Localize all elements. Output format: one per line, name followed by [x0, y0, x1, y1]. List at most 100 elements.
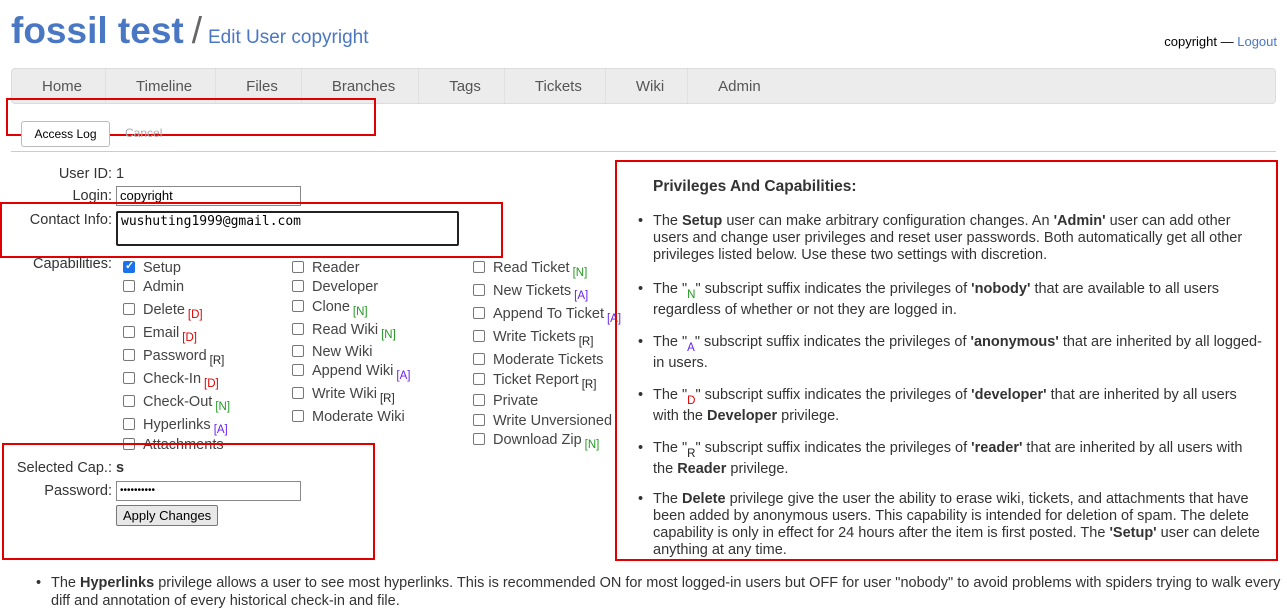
capability-private[interactable]: Private: [473, 393, 538, 409]
help-item-developer: The "D" subscript suffix indicates the p…: [638, 385, 1263, 426]
capabilities-label: Capabilities:: [33, 256, 112, 272]
project-name[interactable]: fossil test: [11, 10, 184, 51]
contact-info-field[interactable]: wushuting1999@gmail.com: [116, 211, 459, 246]
capability-label: Append Wiki: [312, 363, 394, 379]
password-label: Password:: [44, 483, 112, 499]
menu-admin[interactable]: Admin: [688, 69, 784, 103]
capability-checkbox[interactable]: [473, 353, 485, 365]
capability-checkbox[interactable]: [123, 303, 135, 315]
capability-check-out[interactable]: Check-Out [N]: [123, 394, 230, 413]
help-item-delete: The Delete privilege give the user the a…: [638, 491, 1263, 559]
capability-checkbox[interactable]: [123, 259, 135, 273]
capability-admin[interactable]: Admin: [123, 279, 184, 295]
apply-changes-button[interactable]: Apply Changes: [116, 505, 219, 526]
capability-label: Password: [143, 348, 207, 364]
capability-new-wiki[interactable]: New Wiki: [292, 344, 372, 360]
capability-download-zip[interactable]: Download Zip [N]: [473, 432, 599, 451]
capability-checkbox[interactable]: [292, 280, 304, 292]
capability-append-wiki[interactable]: Append Wiki [A]: [292, 363, 410, 382]
page-header: fossil test / Edit User copyright: [11, 10, 369, 52]
access-log-button[interactable]: Access Log: [21, 121, 110, 147]
capability-checkbox[interactable]: [292, 300, 304, 312]
capability-append-to-ticket[interactable]: Append To Ticket [A]: [473, 306, 621, 325]
capability-write-unversioned[interactable]: Write Unversioned: [473, 413, 612, 429]
capability-password[interactable]: Password [R]: [123, 348, 224, 367]
capability-check-in[interactable]: Check-In [D]: [123, 371, 219, 390]
capability-suffix: [N]: [584, 439, 600, 451]
capability-checkbox[interactable]: [123, 395, 135, 407]
capability-checkbox[interactable]: [292, 345, 304, 357]
capability-checkbox[interactable]: [123, 280, 135, 292]
capability-developer[interactable]: Developer: [292, 279, 378, 295]
capability-label: Write Tickets: [493, 329, 576, 345]
capability-suffix: [N]: [381, 329, 396, 341]
help-item-anonymous: The "A" subscript suffix indicates the p…: [638, 332, 1263, 373]
capability-label: Hyperlinks: [143, 417, 211, 433]
selected-cap-label: Selected Cap.:: [16, 460, 112, 476]
capability-reader[interactable]: Reader: [292, 260, 360, 276]
capability-label: Moderate Tickets: [493, 352, 604, 368]
capability-suffix: [D]: [182, 332, 197, 344]
help-title: Privileges And Capabilities:: [653, 178, 857, 195]
capability-moderate-tickets[interactable]: Moderate Tickets: [473, 352, 603, 368]
capability-checkbox[interactable]: [292, 410, 304, 422]
title-separator: /: [191, 10, 202, 51]
capability-write-tickets[interactable]: Write Tickets [R]: [473, 329, 593, 348]
capability-checkbox[interactable]: [292, 387, 304, 399]
password-field[interactable]: ••••••••••: [116, 481, 301, 501]
capability-label: Admin: [143, 279, 185, 295]
page-title: Edit User copyright: [208, 27, 369, 48]
capability-ticket-report[interactable]: Ticket Report [R]: [473, 372, 596, 391]
capability-checkbox[interactable]: [292, 323, 304, 335]
capability-checkbox[interactable]: [473, 394, 485, 406]
capability-moderate-wiki[interactable]: Moderate Wiki: [292, 409, 405, 425]
capability-email[interactable]: Email [D]: [123, 325, 197, 344]
capability-checkbox[interactable]: [123, 418, 135, 430]
capability-label: Ticket Report: [493, 372, 579, 388]
logout-link[interactable]: Logout: [1237, 34, 1277, 49]
capability-checkbox[interactable]: [473, 284, 485, 296]
capability-checkbox[interactable]: [292, 364, 304, 376]
capability-label: Delete: [143, 302, 185, 318]
capability-checkbox[interactable]: [473, 414, 485, 426]
capability-read-ticket[interactable]: Read Ticket [N]: [473, 260, 587, 279]
selected-cap-value: s: [116, 460, 125, 476]
menu-tickets[interactable]: Tickets: [505, 69, 606, 103]
capability-checkbox[interactable]: [123, 326, 135, 338]
help-item-reader: The "R" subscript suffix indicates the p…: [638, 438, 1263, 479]
capability-suffix: [R]: [379, 393, 395, 405]
login-status: copyright — Logout: [1164, 34, 1277, 49]
capability-read-wiki[interactable]: Read Wiki [N]: [292, 322, 396, 341]
capability-label: Read Ticket: [493, 260, 570, 276]
capability-label: New Wiki: [312, 344, 373, 360]
capability-suffix: [D]: [204, 378, 219, 390]
menu-wiki[interactable]: Wiki: [606, 69, 689, 103]
capability-checkbox[interactable]: [473, 433, 485, 445]
capability-suffix: [N]: [352, 306, 368, 318]
capability-suffix: [R]: [578, 336, 594, 348]
capability-suffix: [D]: [187, 309, 203, 321]
capability-checkbox[interactable]: [292, 261, 304, 273]
capability-suffix: [A]: [396, 370, 411, 382]
capability-label: Download Zip: [493, 432, 582, 448]
menu-tags[interactable]: Tags: [419, 69, 505, 103]
capability-label: Append To Ticket: [493, 306, 604, 322]
capability-checkbox[interactable]: [123, 372, 135, 384]
user-id-value: 1: [116, 166, 125, 182]
capability-checkbox[interactable]: [473, 307, 485, 319]
capability-hyperlinks[interactable]: Hyperlinks [A]: [123, 417, 228, 436]
capability-delete[interactable]: Delete [D]: [123, 302, 203, 321]
capability-label: New Tickets: [493, 283, 572, 299]
capability-new-tickets[interactable]: New Tickets [A]: [473, 283, 588, 302]
capability-setup[interactable]: Setup: [123, 259, 181, 276]
capability-checkbox[interactable]: [473, 261, 485, 273]
capability-clone[interactable]: Clone [N]: [292, 299, 368, 318]
capability-suffix: [R]: [209, 355, 225, 367]
capability-write-wiki[interactable]: Write Wiki [R]: [292, 386, 395, 405]
capability-checkbox[interactable]: [123, 349, 135, 361]
cancel-link[interactable]: Cancel: [125, 126, 162, 140]
capability-checkbox[interactable]: [473, 373, 485, 385]
capability-suffix: [R]: [581, 379, 597, 391]
capability-suffix: [A]: [574, 290, 589, 302]
capability-checkbox[interactable]: [473, 330, 485, 342]
